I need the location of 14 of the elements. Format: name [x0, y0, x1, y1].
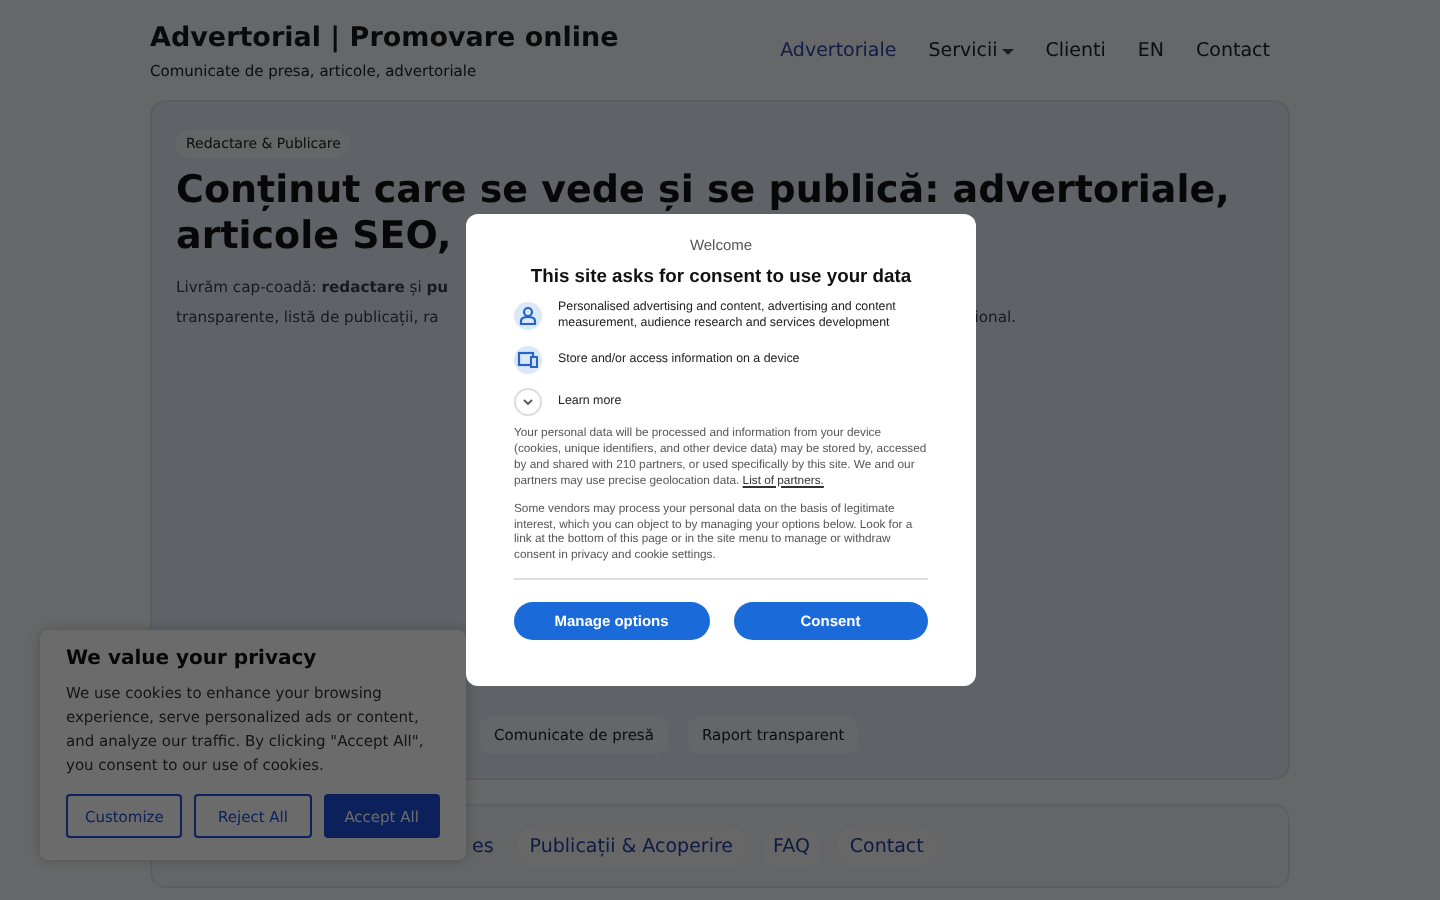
person-icon — [514, 302, 542, 330]
hero-heading: Conținut care se vede și se publică: advertoriale, — [176, 168, 1230, 214]
nav-link[interactable]: Advertoriale — [764, 36, 913, 66]
nav-link[interactable]: Contact — [1180, 36, 1286, 66]
hero-heading: articole SEO, — [176, 214, 452, 260]
device-icon — [514, 346, 542, 374]
nav-link[interactable]: Clienti — [1029, 36, 1122, 66]
chevron-icon[interactable] — [514, 388, 542, 416]
nav-link[interactable]: EN — [1121, 36, 1181, 66]
nav-link[interactable]: Servicii — [912, 36, 1030, 66]
banner-title: We value your privacy — [66, 648, 319, 670]
site-title[interactable]: Advertorial | Promovare online — [150, 22, 619, 54]
dialog-title: This site asks for consent to use your data — [528, 264, 914, 286]
footer-link[interactable]: es — [472, 835, 494, 857]
